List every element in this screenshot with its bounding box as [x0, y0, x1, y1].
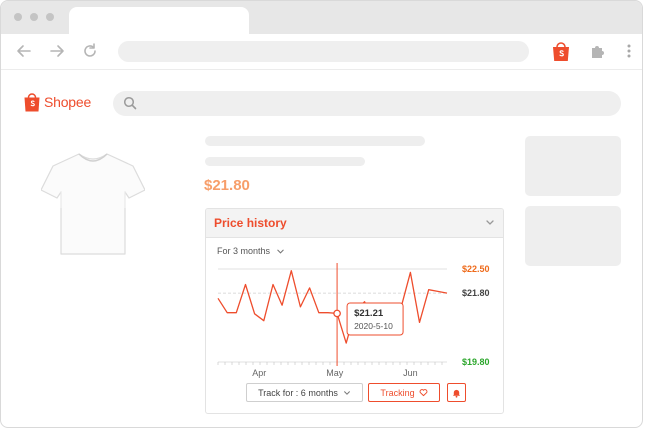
track-duration-label: Track for : 6 months [258, 387, 338, 398]
y-axis-label: $22.50 [462, 264, 490, 274]
window-maximize-dot[interactable] [46, 13, 54, 21]
tracking-label: Tracking [380, 387, 415, 398]
browser-toolbar [1, 34, 642, 70]
price-history-header[interactable]: Price history [206, 209, 503, 238]
chevron-down-icon [277, 249, 284, 254]
address-bar[interactable] [118, 41, 529, 62]
browser-tab[interactable] [69, 7, 249, 35]
reload-icon[interactable] [81, 42, 99, 60]
range-select[interactable]: For 3 months [217, 246, 285, 256]
title-placeholder-bar [205, 136, 425, 146]
chevron-down-icon [343, 390, 350, 395]
price-history-panel: Price history For 3 months $22.50 $21.80 $… [205, 208, 504, 414]
price-series-line [217, 270, 448, 344]
subtitle-placeholder-bar [205, 157, 365, 166]
back-arrow-icon[interactable] [15, 42, 33, 60]
window-close-dot[interactable] [14, 13, 22, 21]
bell-icon [452, 389, 461, 398]
product-price: $21.80 [204, 177, 250, 194]
sidebar-placeholder-card [525, 136, 621, 196]
tooltip-date: 2020-5-10 [354, 321, 393, 331]
shopee-bag-icon [24, 93, 40, 112]
heart-icon [419, 389, 428, 397]
puzzle-extensions-icon[interactable] [589, 42, 607, 60]
shop-name: Shopee [44, 94, 92, 110]
more-menu-icon[interactable] [620, 42, 638, 60]
web-page: Shopee $21.80 Price history For 3 months… [1, 70, 642, 427]
alert-bell-button[interactable] [447, 383, 466, 402]
collapse-chevron-icon[interactable] [485, 217, 495, 227]
search-input[interactable] [113, 91, 621, 116]
tracking-button[interactable]: Tracking [368, 383, 440, 402]
forward-arrow-icon[interactable] [48, 42, 66, 60]
shopee-logo[interactable]: Shopee [23, 90, 91, 114]
price-history-chart[interactable]: $22.50 $21.80 $19.80 Apr May Jun $21.21 2020-5-… [206, 261, 504, 386]
shopee-extension-icon[interactable] [550, 39, 572, 63]
range-label: For 3 months [217, 246, 271, 256]
price-history-title: Price history [214, 216, 287, 230]
y-axis-label: $21.80 [462, 288, 490, 298]
x-tick-label: Jun [403, 368, 418, 378]
tooltip-price: $21.21 [354, 308, 384, 319]
product-image-tshirt[interactable] [41, 148, 145, 256]
sidebar-placeholder-card [525, 206, 621, 266]
y-axis-label: $19.80 [462, 357, 490, 367]
window-minimize-dot[interactable] [30, 13, 38, 21]
track-duration-select[interactable]: Track for : 6 months [246, 383, 363, 402]
browser-window: Shopee $21.80 Price history For 3 months… [0, 0, 643, 428]
tracking-controls: Track for : 6 months Tracking [206, 383, 503, 407]
x-tick-label: Apr [252, 368, 266, 378]
search-icon [123, 96, 137, 110]
x-tick-label: May [326, 368, 344, 378]
highlight-point [333, 309, 341, 318]
tab-bar [1, 1, 642, 35]
